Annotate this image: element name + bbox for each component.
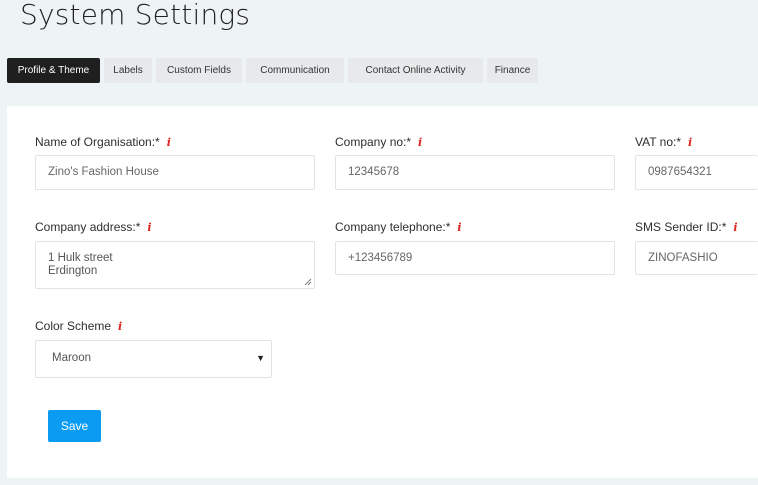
tab-contact-online-activity[interactable]: Contact Online Activity (348, 58, 483, 83)
company-address-label-text: Company address:* (35, 220, 141, 234)
vat-no-label: VAT no:* i (635, 135, 692, 149)
vat-no-input[interactable]: 0987654321 (635, 155, 758, 190)
tab-communication[interactable]: Communication (246, 58, 344, 83)
caret-down-icon: ▼ (256, 353, 265, 363)
company-telephone-label: Company telephone:* i (335, 220, 462, 234)
info-icon[interactable]: i (118, 320, 122, 333)
info-icon[interactable]: i (147, 221, 151, 234)
color-scheme-value: Maroon (52, 352, 91, 364)
company-no-input[interactable]: 12345678 (335, 155, 615, 190)
info-icon[interactable]: i (418, 136, 422, 149)
sms-sender-id-label: SMS Sender ID:* i (635, 220, 738, 234)
tab-profile-theme[interactable]: Profile & Theme (7, 58, 100, 83)
sms-sender-id-value: ZINOFASHIO (648, 252, 718, 264)
organisation-label-text: Name of Organisation:* (35, 135, 160, 149)
color-scheme-select[interactable]: Maroon ▼ (35, 340, 272, 378)
sms-sender-id-input[interactable]: ZINOFASHIO (635, 241, 758, 275)
vat-no-value: 0987654321 (648, 166, 712, 178)
info-icon[interactable]: i (167, 136, 171, 149)
save-button[interactable]: Save (48, 410, 101, 442)
company-no-label: Company no:* i (335, 135, 422, 149)
vat-no-label-text: VAT no:* (635, 135, 682, 149)
company-telephone-label-text: Company telephone:* (335, 220, 451, 234)
page-title: System Settings (20, 0, 251, 31)
info-icon[interactable]: i (457, 221, 461, 234)
color-scheme-label-text: Color Scheme (35, 319, 112, 333)
organisation-label: Name of Organisation:* i (35, 135, 171, 149)
tab-finance[interactable]: Finance (487, 58, 538, 83)
company-address-textarea[interactable]: 1 Hulk street Erdington (35, 241, 315, 289)
tab-custom-fields[interactable]: Custom Fields (156, 58, 242, 83)
color-scheme-label: Color Scheme i (35, 319, 122, 333)
resize-handle-icon[interactable] (304, 278, 312, 286)
organisation-value: Zino's Fashion House (48, 166, 159, 178)
info-icon[interactable]: i (688, 136, 692, 149)
company-telephone-value: +123456789 (348, 252, 413, 264)
organisation-input[interactable]: Zino's Fashion House (35, 155, 315, 190)
company-telephone-input[interactable]: +123456789 (335, 241, 615, 275)
company-no-value: 12345678 (348, 166, 400, 178)
company-address-value: 1 Hulk street Erdington (48, 252, 113, 277)
tab-labels[interactable]: Labels (104, 58, 152, 83)
company-no-label-text: Company no:* (335, 135, 412, 149)
company-address-label: Company address:* i (35, 220, 152, 234)
info-icon[interactable]: i (733, 221, 737, 234)
sms-sender-id-label-text: SMS Sender ID:* (635, 220, 727, 234)
